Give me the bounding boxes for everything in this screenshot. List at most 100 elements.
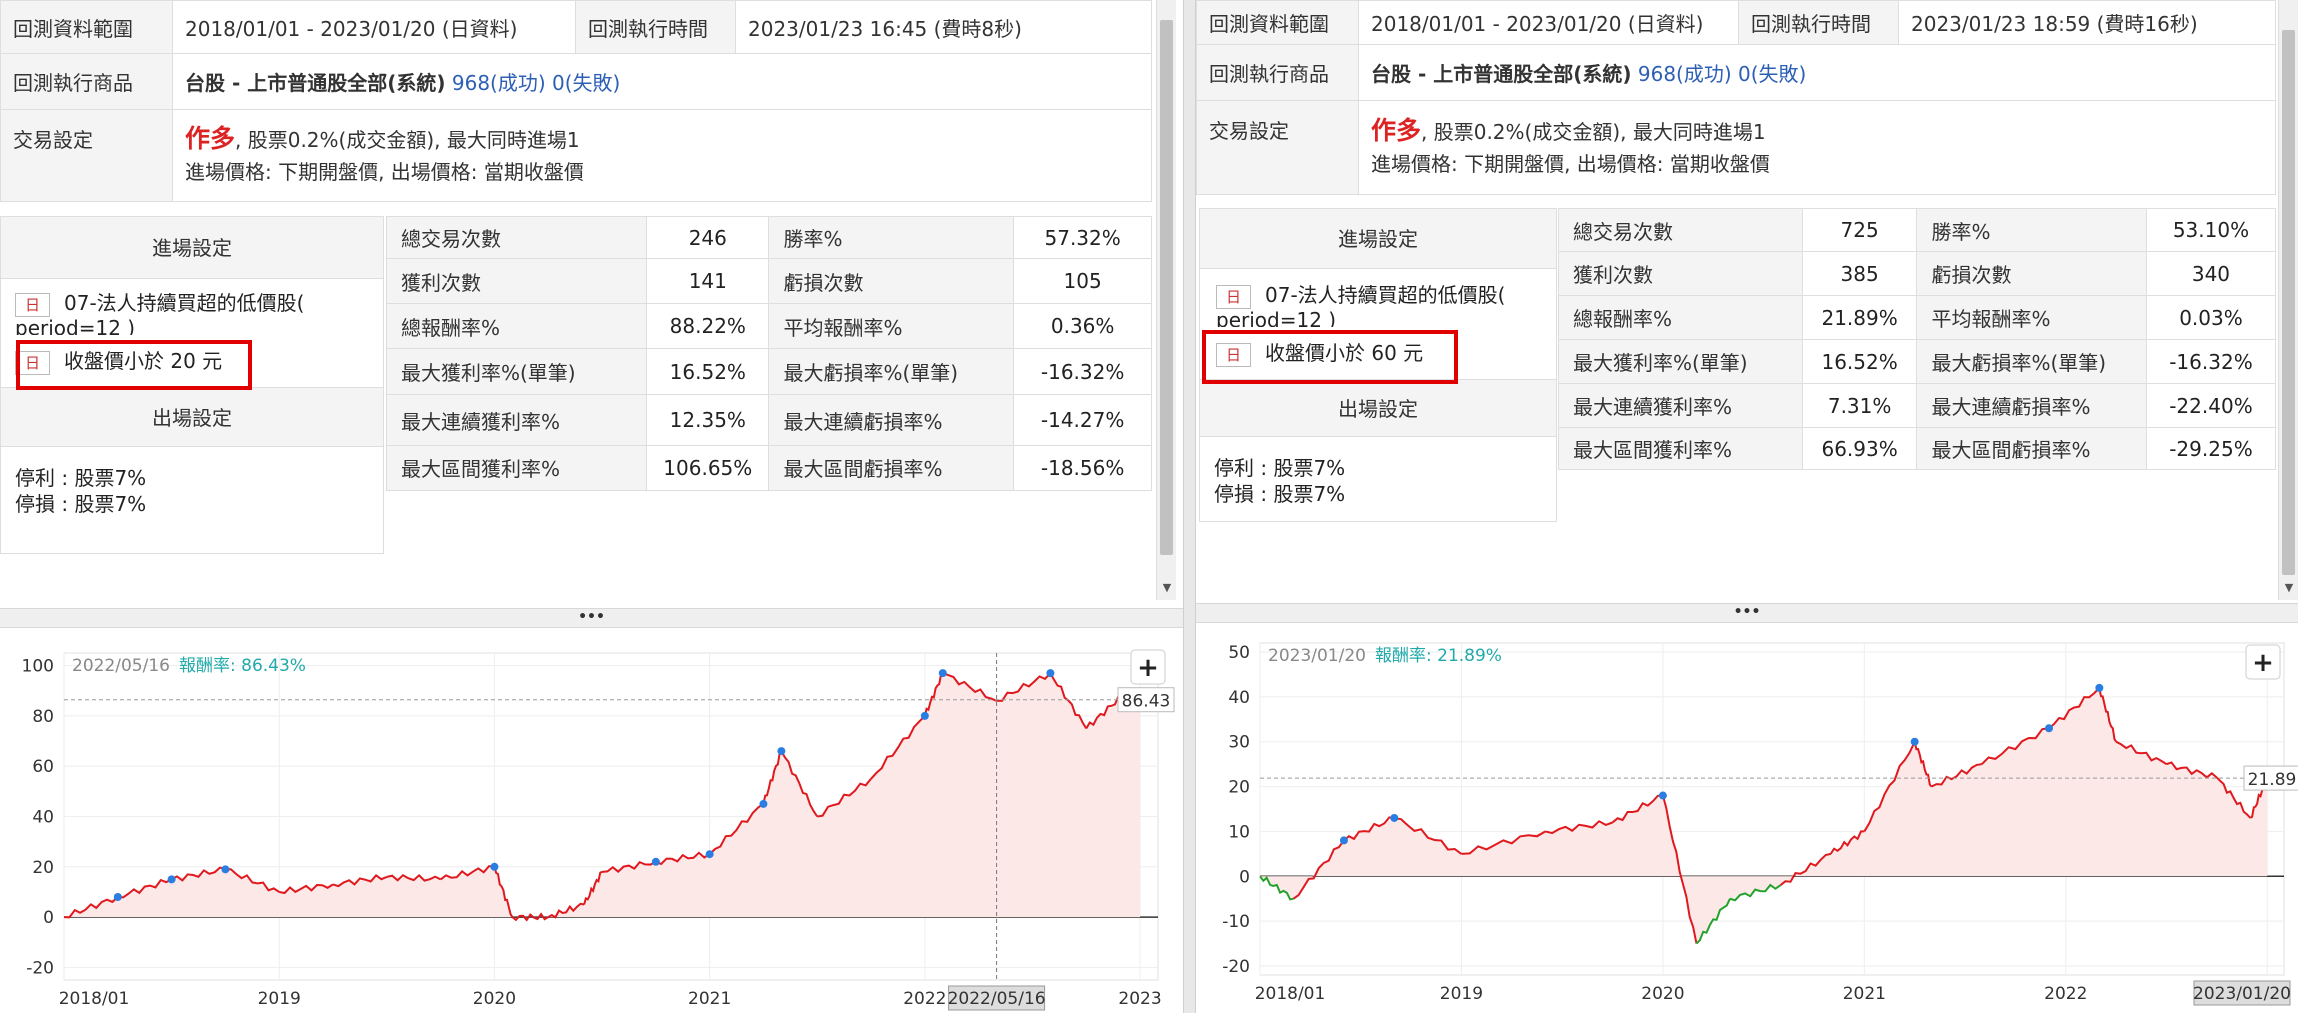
day-tag: 日 [15,292,51,317]
trade-label: 交易設定 [1196,100,1359,195]
stats-row: 總報酬率% 88.22% 平均報酬率% 0.36% [385,303,1152,350]
range-label: 回測資料範圍 [1196,0,1359,45]
trade-label: 交易設定 [0,109,173,202]
stats-row: 最大獲利率%(單筆) 16.52% 最大虧損率%(單筆) -16.32% [1558,339,2277,384]
y-tick-label: 40 [1228,688,1250,708]
scroll-thumb[interactable] [2282,30,2295,575]
entry-condition-1b: period=12 ) [1216,309,1337,327]
stat-value: -22.40% [2145,383,2277,428]
left-stats-table: 總交易次數 246 勝率% 57.32% 獲利次數 141 虧損次數 105 總報酬率% 88.2… [385,216,1152,491]
stats-row: 總報酬率% 21.89% 平均報酬率% 0.03% [1558,295,2277,340]
stat-label: 獲利次數 [385,257,648,305]
entry-header: 進場設定 [1,217,383,279]
x-tick-label: 2022 [903,989,946,1009]
trade-fee: , 股票0.2%(成交金額), 最大同時進場1 [235,128,580,152]
stat-value: 16.52% [1801,339,1918,384]
trade-direction: 作多 [185,124,236,153]
x-tick-label: 2019 [1440,984,1483,1004]
right-splitter[interactable]: ••• [1196,603,2298,623]
stat-value: 725 [1801,208,1918,252]
hover-return: 報酬率: 86.43% [179,656,306,676]
plus-icon: + [1137,653,1159,683]
x-tick-label: 2021 [688,989,731,1009]
stat-value: 246 [646,216,770,259]
x-tick-label: 2019 [258,989,301,1009]
trade-direction: 作多 [1371,116,1422,145]
trade-price: 進場價格: 下期開盤價, 出場價格: 當期收盤價 [185,160,584,184]
new-high-marker [1339,836,1348,845]
day-tag: 日 [1216,284,1252,309]
new-high-marker [1390,813,1399,822]
x-tick-label: 2018/01 [59,989,130,1009]
stat-label: 最大連續虧損率% [1916,383,2147,428]
product-success-link[interactable]: 968(成功) [1638,62,1732,86]
stat-label: 最大區間獲利率% [1558,427,1803,470]
scroll-down-arrow[interactable]: ▼ [1157,578,1177,598]
stat-label: 平均報酬率% [768,303,1015,350]
stat-value: 105 [1013,257,1152,305]
stat-value: 21.89% [1801,295,1918,340]
product-value: 台股 - 上市普通股全部(系統) 968(成功) 0(失敗) [172,53,1152,110]
trade-fee: , 股票0.2%(成交金額), 最大同時進場1 [1421,120,1766,144]
time-label: 回測執行時間 [1738,0,1899,45]
stat-value: 7.31% [1801,383,1918,428]
hover-return: 報酬率: 21.89% [1375,646,1502,666]
y-tick-label: 20 [32,858,54,878]
y-tick-label: 20 [1228,778,1250,798]
product-success-link[interactable]: 968(成功) [452,71,546,95]
stat-label: 最大區間虧損率% [1916,427,2147,470]
stats-row: 最大獲利率%(單筆) 16.52% 最大虧損率%(單筆) -16.32% [385,348,1152,396]
end-value-label: 21.89 [2248,770,2297,790]
time-value: 2023/01/23 18:59 (費時16秒) [1898,0,2276,45]
stat-value: 0.03% [2145,295,2277,340]
left-splitter[interactable]: ••• [0,608,1183,628]
stat-value: 385 [1801,251,1918,296]
stats-row: 總交易次數 246 勝率% 57.32% [385,216,1152,259]
plus-icon: + [2252,648,2274,678]
exit-header: 出場設定 [1200,379,1556,437]
stats-row: 總交易次數 725 勝率% 53.10% [1558,208,2277,252]
new-high-marker [2095,683,2104,692]
right-backtest-panel: 回測資料範圍 2018/01/01 - 2023/01/20 (日資料) 回測執… [1196,0,2298,1013]
product-fail-link[interactable]: 0(失敗) [552,71,620,95]
stat-value: 141 [646,257,770,305]
product-name: 台股 - 上市普通股全部(系統) [1371,62,1632,86]
stat-value: 16.52% [646,348,770,396]
stat-value: -18.56% [1013,444,1152,491]
stat-label: 總報酬率% [1558,295,1803,340]
exit-take-profit: 停利 : 股票7% [15,466,147,490]
scroll-thumb[interactable] [1160,20,1173,555]
stat-label: 最大連續獲利率% [1558,383,1803,428]
product-label: 回測執行商品 [0,53,173,110]
right-equity-chart[interactable]: 50 40 30 20 10 0 -10 -202018/01 2019 2020 2021 2022… [1196,623,2298,1013]
stat-value: -16.32% [2145,339,2277,384]
right-info-table: 回測資料範圍 2018/01/01 - 2023/01/20 (日資料) 回測執… [1196,0,2276,195]
scroll-down-arrow[interactable]: ▼ [2279,578,2298,598]
stats-row: 獲利次數 141 虧損次數 105 [385,257,1152,305]
x-tick-label: 2022 [2044,984,2087,1004]
cursor-date-label: 2022/05/16 [948,989,1046,1009]
left-highlight-box [16,340,252,390]
new-high-marker [167,875,176,884]
panel-divider[interactable] [1183,0,1196,1013]
stat-value: 12.35% [646,394,770,446]
stat-label: 虧損次數 [1916,251,2147,296]
y-tick-label: -20 [1222,957,1250,977]
new-high-marker [938,669,947,678]
left-equity-chart[interactable]: 100806040200-202018/01 2019 2020 2021 2022 20… [0,628,1183,1013]
left-scrollbar[interactable]: ▼ [1156,0,1176,600]
stat-value: 66.93% [1801,427,1918,470]
product-fail-link[interactable]: 0(失敗) [1738,62,1806,86]
y-tick-label: 0 [1239,867,1250,887]
right-scrollbar[interactable]: ▼ [2278,0,2298,600]
left-info-table: 回測資料範圍 2018/01/01 - 2023/01/20 (日資料) 回測執… [0,0,1152,202]
stat-label: 最大連續虧損率% [768,394,1015,446]
stat-label: 最大區間獲利率% [385,444,648,491]
stat-label: 平均報酬率% [1916,295,2147,340]
stat-label: 總交易次數 [1558,208,1803,252]
time-label: 回測執行時間 [575,0,736,54]
time-value: 2023/01/23 16:45 (費時8秒) [735,0,1152,54]
stat-label: 勝率% [1916,208,2147,252]
trade-value: 作多, 股票0.2%(成交金額), 最大同時進場1 進場價格: 下期開盤價, 出… [1358,100,2276,195]
y-tick-label: 80 [32,707,54,727]
